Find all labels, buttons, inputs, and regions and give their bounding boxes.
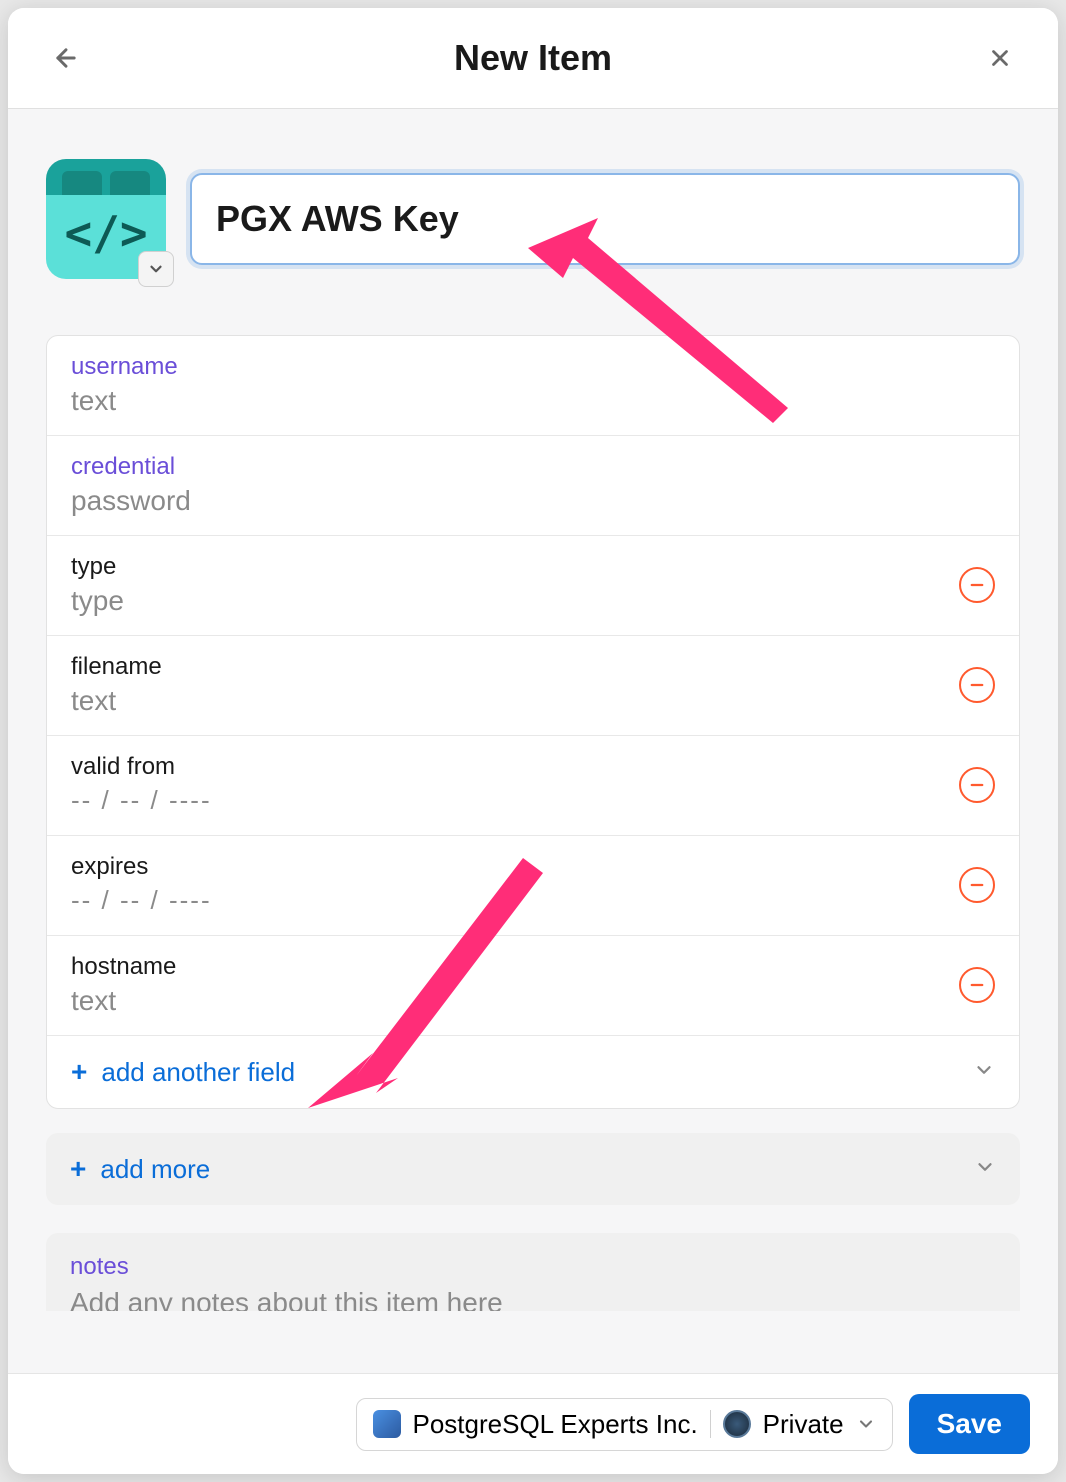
field-label: type [71, 553, 959, 581]
add-field-row: + add another field [47, 1036, 1019, 1108]
add-field-label: add another field [101, 1057, 295, 1088]
add-another-field-button[interactable]: + add another field [71, 1056, 295, 1088]
field-placeholder: type [71, 585, 959, 617]
item-icon-wrap: </> [46, 159, 166, 279]
fields-card: username text credential password type t… [46, 335, 1020, 1109]
add-more-button[interactable]: + add more [70, 1153, 210, 1185]
new-item-dialog: New Item </> username text [8, 8, 1058, 1474]
dialog-header: New Item [8, 8, 1058, 109]
close-button[interactable] [978, 36, 1022, 80]
chevron-down-icon [973, 1059, 995, 1081]
chevron-down-icon [974, 1156, 996, 1178]
notes-label: notes [70, 1253, 996, 1281]
add-more-dropdown[interactable] [974, 1156, 996, 1183]
back-button[interactable] [44, 36, 88, 80]
field-label: username [71, 353, 995, 381]
field-hostname[interactable]: hostname text [47, 936, 1019, 1036]
minus-icon [968, 676, 986, 694]
field-placeholder: -- / -- / ---- [71, 885, 959, 916]
field-credential[interactable]: credential password [47, 436, 1019, 536]
title-row: </> [8, 109, 1058, 335]
field-username[interactable]: username text [47, 336, 1019, 436]
field-label: expires [71, 853, 959, 881]
remove-field-button[interactable] [959, 767, 995, 803]
vault-icon [723, 1410, 751, 1438]
plus-icon: + [71, 1056, 87, 1088]
minus-icon [968, 776, 986, 794]
add-more-section[interactable]: + add more [46, 1133, 1020, 1205]
plus-icon: + [70, 1153, 86, 1185]
field-filename[interactable]: filename text [47, 636, 1019, 736]
field-label: valid from [71, 753, 959, 781]
remove-field-button[interactable] [959, 967, 995, 1003]
field-type-dropdown[interactable] [973, 1059, 995, 1086]
field-label: filename [71, 653, 959, 681]
notes-placeholder: Add any notes about this item here [70, 1287, 996, 1311]
vault-name: Private [763, 1409, 844, 1440]
field-placeholder: text [71, 685, 959, 717]
account-name: PostgreSQL Experts Inc. [413, 1409, 698, 1440]
add-more-label: add more [100, 1154, 210, 1185]
remove-field-button[interactable] [959, 567, 995, 603]
item-title-input[interactable] [190, 173, 1020, 265]
field-placeholder: -- / -- / ---- [71, 785, 959, 816]
field-type[interactable]: type type [47, 536, 1019, 636]
account-icon [373, 1410, 401, 1438]
field-placeholder: text [71, 985, 959, 1017]
field-placeholder: text [71, 385, 995, 417]
vault-selector[interactable]: PostgreSQL Experts Inc. Private [356, 1398, 893, 1451]
minus-icon [968, 976, 986, 994]
remove-field-button[interactable] [959, 867, 995, 903]
minus-icon [968, 876, 986, 894]
field-placeholder: password [71, 485, 995, 517]
arrow-left-icon [52, 44, 80, 72]
dialog-content: </> username text credential password [8, 109, 1058, 1373]
dialog-title: New Item [454, 37, 612, 79]
field-label: credential [71, 453, 995, 481]
chevron-down-icon [147, 260, 165, 278]
dialog-footer: PostgreSQL Experts Inc. Private Save [8, 1373, 1058, 1474]
field-expires[interactable]: expires -- / -- / ---- [47, 836, 1019, 936]
close-icon [987, 45, 1013, 71]
minus-icon [968, 576, 986, 594]
chevron-down-icon [856, 1414, 876, 1434]
save-button[interactable]: Save [909, 1394, 1030, 1454]
field-valid-from[interactable]: valid from -- / -- / ---- [47, 736, 1019, 836]
code-icon: </> [64, 206, 147, 260]
notes-section[interactable]: notes Add any notes about this item here [46, 1233, 1020, 1311]
field-label: hostname [71, 953, 959, 981]
remove-field-button[interactable] [959, 667, 995, 703]
